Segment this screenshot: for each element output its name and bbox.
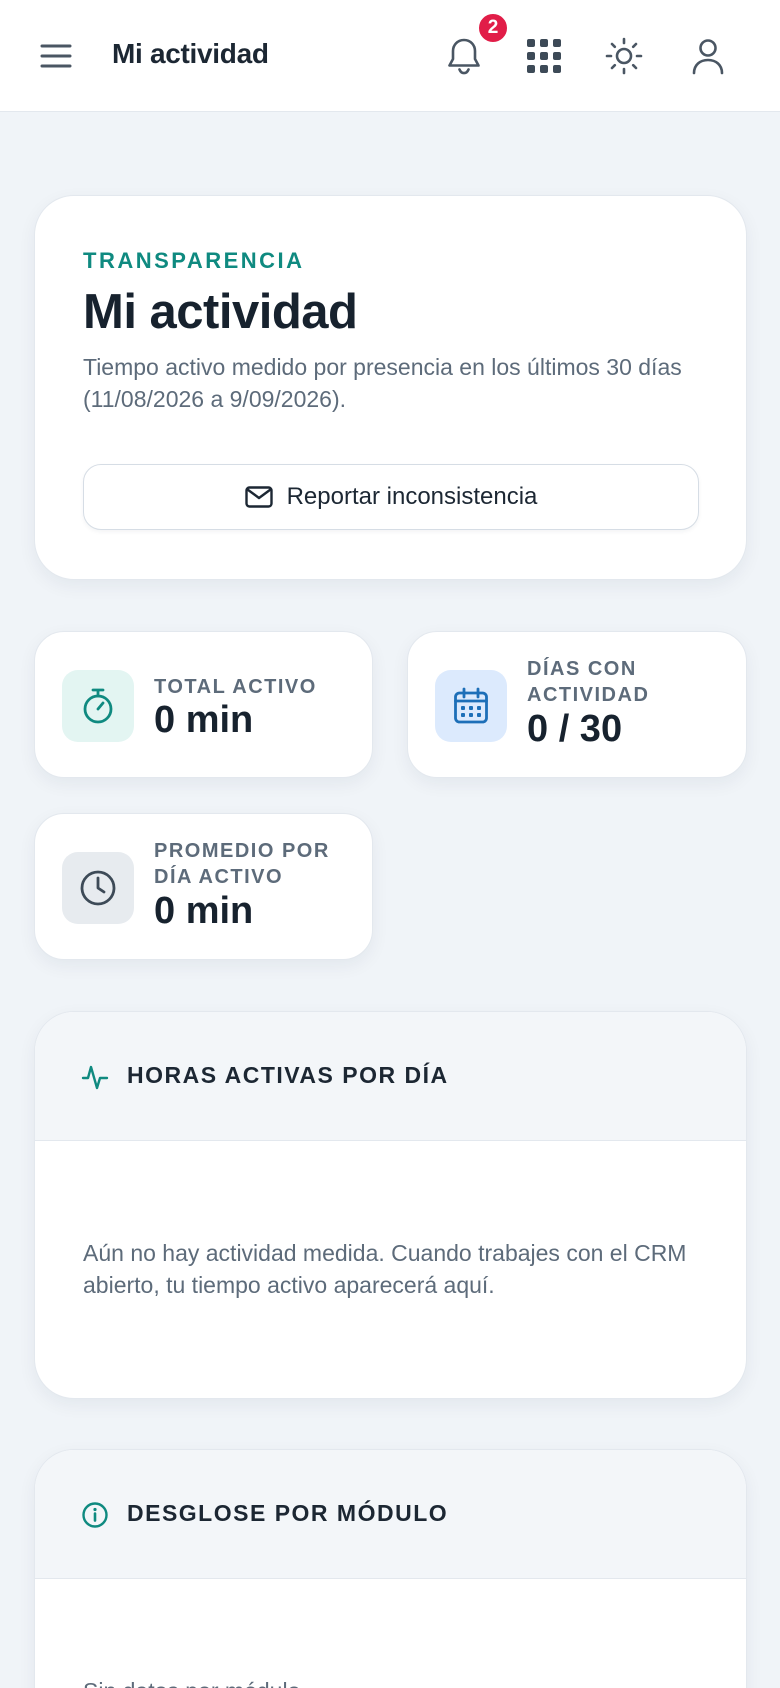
menu-icon (40, 44, 72, 68)
panel-title: DESGLOSE POR MÓDULO (127, 1500, 449, 1526)
stat-label: PROMEDIO POR DÍA ACTIVO (154, 840, 330, 888)
panel-title: HORAS ACTIVAS POR DÍA (127, 1062, 449, 1088)
apps-button[interactable] (522, 34, 566, 78)
hours-per-day-panel: HORAS ACTIVAS POR DÍA Aún no hay activid… (34, 1011, 747, 1399)
stat-active-days: DÍAS CON ACTIVIDAD 0 / 30 (407, 631, 747, 778)
panel-header: HORAS ACTIVAS POR DÍA (35, 1012, 746, 1141)
sun-icon (605, 37, 643, 75)
stat-average-per-day: PROMEDIO POR DÍA ACTIVO 0 min (34, 813, 373, 960)
info-icon (82, 1502, 108, 1528)
stat-icon-container (62, 670, 134, 742)
activity-summary-card: TRANSPARENCIA Mi actividad Tiempo activo… (34, 195, 747, 580)
app-bar-title: Mi actividad (112, 38, 269, 69)
stat-value: 0 min (154, 890, 254, 932)
stat-total-active: TOTAL ACTIVO 0 min (34, 631, 373, 778)
theme-toggle-button[interactable] (602, 34, 646, 78)
stat-icon-container (435, 670, 507, 742)
top-app-bar: Mi actividad 2 (0, 0, 780, 112)
stat-label: DÍAS CON ACTIVIDAD (527, 658, 650, 706)
report-button-label: Reportar inconsistencia (286, 483, 538, 510)
activity-icon (81, 1065, 109, 1090)
calendar-icon (454, 687, 488, 724)
user-icon (692, 39, 724, 75)
stat-icon-container (62, 852, 134, 924)
clock-icon (80, 870, 116, 906)
user-profile-button[interactable] (686, 34, 730, 78)
mail-icon (244, 486, 273, 508)
stopwatch-icon (83, 688, 113, 724)
notifications-button[interactable] (442, 34, 486, 78)
stat-value: 0 / 30 (527, 708, 623, 750)
apps-grid-icon (527, 39, 561, 73)
panel-header: DESGLOSE POR MÓDULO (35, 1450, 746, 1579)
empty-state-text: Aún no hay actividad medida. Cuando trab… (83, 1240, 687, 1298)
page-title: Mi actividad (83, 285, 358, 339)
report-inconsistency-button[interactable]: Reportar inconsistencia (83, 464, 699, 530)
bell-icon (448, 38, 480, 75)
eyebrow-label: TRANSPARENCIA (83, 248, 305, 273)
empty-state-text: Sin datos por módulo. (83, 1675, 703, 1688)
notification-count-badge: 2 (476, 11, 510, 45)
stat-label: TOTAL ACTIVO (154, 676, 317, 698)
page-description: Tiempo activo medido por presencia en lo… (83, 354, 682, 412)
module-breakdown-panel: DESGLOSE POR MÓDULO Sin datos por módulo… (34, 1449, 747, 1688)
menu-button[interactable] (38, 38, 74, 74)
stat-value: 0 min (154, 699, 254, 741)
